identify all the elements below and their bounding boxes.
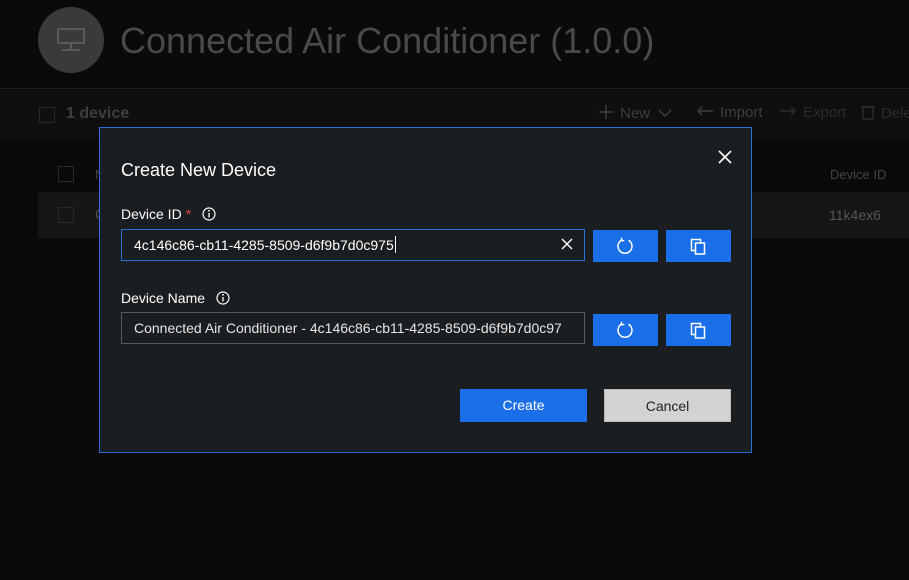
export-label: Export [803, 104, 847, 121]
import-label: Import [720, 104, 763, 121]
refresh-icon [617, 237, 633, 254]
cancel-button[interactable]: Cancel [604, 389, 731, 422]
column-header-device-id[interactable]: Device ID [830, 167, 886, 182]
app-page: Connected Air Conditioner (1.0.0) 1 devi… [0, 0, 909, 580]
chevron-down-icon [658, 109, 672, 118]
device-template-avatar [38, 7, 104, 73]
copy-device-id-button[interactable] [666, 230, 731, 262]
device-name-label: Device Name [121, 290, 230, 306]
dialog-title: Create New Device [121, 160, 277, 180]
create-device-dialog: Create New Device Device ID * 4c146c86-cb… [99, 127, 752, 453]
header-row-checkbox[interactable] [58, 166, 74, 182]
header-divider [0, 88, 909, 89]
refresh-icon [617, 321, 633, 338]
clear-icon [561, 238, 573, 250]
close-icon [718, 150, 732, 164]
export-arrow-icon [780, 106, 797, 116]
export-button[interactable]: Export [779, 104, 846, 121]
device-name-value: Connected Air Conditioner - 4c146c86-cb1… [134, 320, 562, 336]
device-name-input[interactable]: Connected Air Conditioner - 4c146c86-cb1… [121, 312, 585, 344]
close-button[interactable] [715, 147, 735, 167]
regenerate-device-id-button[interactable] [593, 230, 658, 262]
delete-label: Dele [881, 105, 909, 122]
new-label: New [620, 105, 651, 122]
info-icon[interactable] [202, 207, 216, 221]
device-name-label-text: Device Name [121, 290, 206, 306]
create-button[interactable]: Create [460, 389, 587, 422]
required-marker: * [185, 206, 192, 222]
regenerate-device-name-button[interactable] [593, 314, 658, 346]
device-id-label: Device ID * [121, 206, 216, 222]
trash-icon [861, 106, 875, 120]
clear-input-button[interactable] [560, 237, 574, 251]
row-checkbox[interactable] [58, 207, 74, 223]
row-device-id: 11k4ex6 [829, 207, 881, 223]
import-arrow-icon [696, 106, 713, 116]
import-button[interactable]: Import [696, 104, 763, 121]
copy-device-name-button[interactable] [666, 314, 731, 346]
device-count: 1 device [66, 105, 130, 122]
info-icon[interactable] [216, 291, 230, 305]
select-all-checkbox[interactable] [39, 107, 55, 123]
device-id-input[interactable]: 4c146c86-cb11-4285-8509-d6f9b7d0c975 [121, 229, 585, 261]
device-icon [57, 28, 85, 51]
delete-button[interactable]: Dele [861, 104, 909, 122]
copy-icon [690, 322, 706, 339]
device-id-label-text: Device ID [121, 206, 182, 222]
copy-icon [690, 238, 706, 255]
new-button[interactable]: New [598, 104, 672, 122]
device-id-value: 4c146c86-cb11-4285-8509-d6f9b7d0c975 [134, 237, 394, 253]
page-title: Connected Air Conditioner (1.0.0) [120, 20, 655, 61]
plus-icon [599, 105, 613, 119]
text-caret [394, 236, 396, 253]
